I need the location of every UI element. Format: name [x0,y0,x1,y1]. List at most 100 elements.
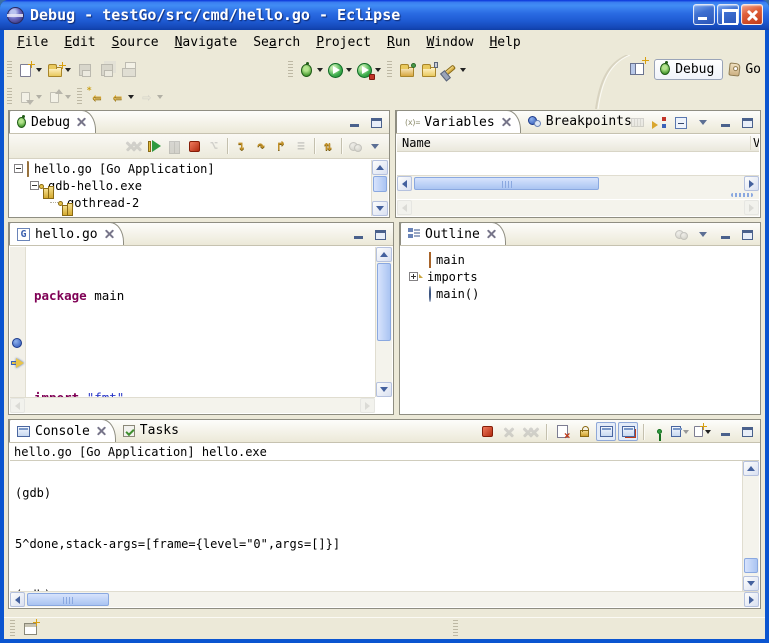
tab-tasks[interactable]: Tasks [116,419,188,442]
view-minimize-button[interactable] [715,422,735,441]
debug-tree-row-thread[interactable]: gothread-2 [10,194,371,211]
step-return-button[interactable]: ↱ [271,137,291,156]
close-tab-icon[interactable] [105,230,114,239]
view-minimize-button[interactable] [348,225,368,244]
use-step-filters-button[interactable]: ⇅ [318,137,338,156]
search-button[interactable] [440,58,469,82]
open-resource-button[interactable] [396,58,418,82]
previous-annotation-button[interactable] [45,85,74,109]
outline-view-menu-button[interactable] [693,225,713,244]
focus-on-active-task-button[interactable] [345,137,365,156]
tab-outline[interactable]: Outline [400,222,506,245]
tab-console[interactable]: Console [9,419,116,442]
view-maximize-button[interactable] [370,225,390,244]
variables-view-menu-button[interactable] [693,113,713,132]
view-minimize-button[interactable] [715,225,735,244]
save-all-button[interactable] [96,58,118,82]
editor-vertical-scrollbar[interactable] [375,247,392,397]
show-stdout-button[interactable] [596,422,616,441]
new-wizard-button[interactable] [16,58,45,82]
breakpoint-marker[interactable] [12,338,22,348]
pin-console-button[interactable] [649,422,669,441]
view-maximize-button[interactable] [366,113,386,132]
close-tab-icon[interactable] [77,118,86,127]
next-annotation-button[interactable] [16,85,45,109]
scrollbar-thumb[interactable] [377,263,391,341]
menu-run[interactable]: Run [380,33,417,52]
scrollbar-thumb[interactable] [27,593,109,606]
menu-search[interactable]: Search [246,33,307,52]
tab-hello-go[interactable]: G hello.go [9,222,124,245]
variables-column-header[interactable]: Name V [397,135,759,152]
close-button[interactable] [741,4,763,25]
last-edit-location-button[interactable]: ⇦* [86,85,108,109]
debug-tree-row-launch[interactable]: hello.go [Go Application] [10,160,371,177]
menu-source[interactable]: Source [105,33,166,52]
console-output[interactable]: (gdb) 5^done,stack-args=[frame={level="0… [10,461,742,591]
step-over-button[interactable]: ↷ [251,137,271,156]
minimize-button[interactable] [693,4,715,25]
detail-pane-scrollbar[interactable] [397,200,759,216]
show-stderr-button[interactable] [618,422,638,441]
detail-pane-sash[interactable] [397,191,759,199]
tab-breakpoints[interactable]: Breakpoints [521,110,641,133]
tab-debug[interactable]: Debug [9,110,96,133]
editor-horizontal-scrollbar[interactable] [10,397,375,413]
scroll-lock-button[interactable] [574,422,594,441]
suspend-button[interactable] [164,137,184,156]
scrollbar-thumb[interactable] [744,558,758,573]
remove-all-launches-button[interactable] [521,422,541,441]
menu-edit[interactable]: Edit [57,33,102,52]
name-column-header[interactable]: Name [402,136,431,150]
menu-project[interactable]: Project [309,33,378,52]
forward-button[interactable]: ⇨ [137,85,166,109]
scrollbar-thumb[interactable] [414,177,599,190]
save-button[interactable] [74,58,96,82]
scrollbar-thumb[interactable] [373,176,387,192]
console-horizontal-scrollbar[interactable] [10,591,759,607]
collapse-expander[interactable] [14,164,23,173]
view-minimize-button[interactable] [715,113,735,132]
open-perspective-button[interactable] [626,57,648,81]
open-task-button[interactable] [418,58,440,82]
outline-row-function[interactable]: main() [401,285,759,302]
external-tools-button[interactable] [355,58,384,82]
view-maximize-button[interactable] [737,422,757,441]
expand-expander[interactable] [409,272,418,281]
console-vertical-scrollbar[interactable] [742,461,759,591]
outline-row-imports[interactable]: imports [401,268,759,285]
view-minimize-button[interactable] [344,113,364,132]
terminate-button[interactable] [184,137,204,156]
step-into-button[interactable]: ↴ [231,137,251,156]
debug-vertical-scrollbar[interactable] [371,160,388,216]
tab-variables[interactable]: (x)= Variables [396,110,521,133]
menu-window[interactable]: Window [419,33,480,52]
show-type-names-button[interactable] [627,113,647,132]
menu-navigate[interactable]: Navigate [168,33,245,52]
close-tab-icon[interactable] [487,230,496,239]
view-maximize-button[interactable] [737,225,757,244]
collapse-expander[interactable] [30,181,39,190]
debug-button[interactable] [297,58,326,82]
editor-annotation-ruler[interactable] [10,247,26,397]
close-tab-icon[interactable] [502,118,511,127]
resume-button[interactable] [144,137,164,156]
perspective-go-button[interactable]: Go [729,62,761,77]
fast-view-button[interactable] [19,617,41,640]
code-editor[interactable]: package main import "fmt" func main() { … [27,247,375,397]
show-logical-structure-button[interactable] [649,113,669,132]
menu-help[interactable]: Help [482,33,527,52]
maximize-button[interactable] [717,4,739,25]
drop-to-frame-button[interactable]: ≡ [291,137,311,156]
back-button[interactable]: ⇦ [108,85,137,109]
open-console-button[interactable] [693,422,713,441]
focus-on-active-task-button[interactable] [671,225,691,244]
clear-console-button[interactable] [552,422,572,441]
variables-horizontal-scrollbar[interactable] [397,175,759,191]
print-button[interactable] [118,58,140,82]
perspective-debug-button[interactable]: Debug [654,59,723,80]
close-tab-icon[interactable] [97,427,106,436]
run-button[interactable] [326,58,355,82]
debug-view-menu-button[interactable] [365,137,385,156]
remove-all-terminated-button[interactable] [124,137,144,156]
